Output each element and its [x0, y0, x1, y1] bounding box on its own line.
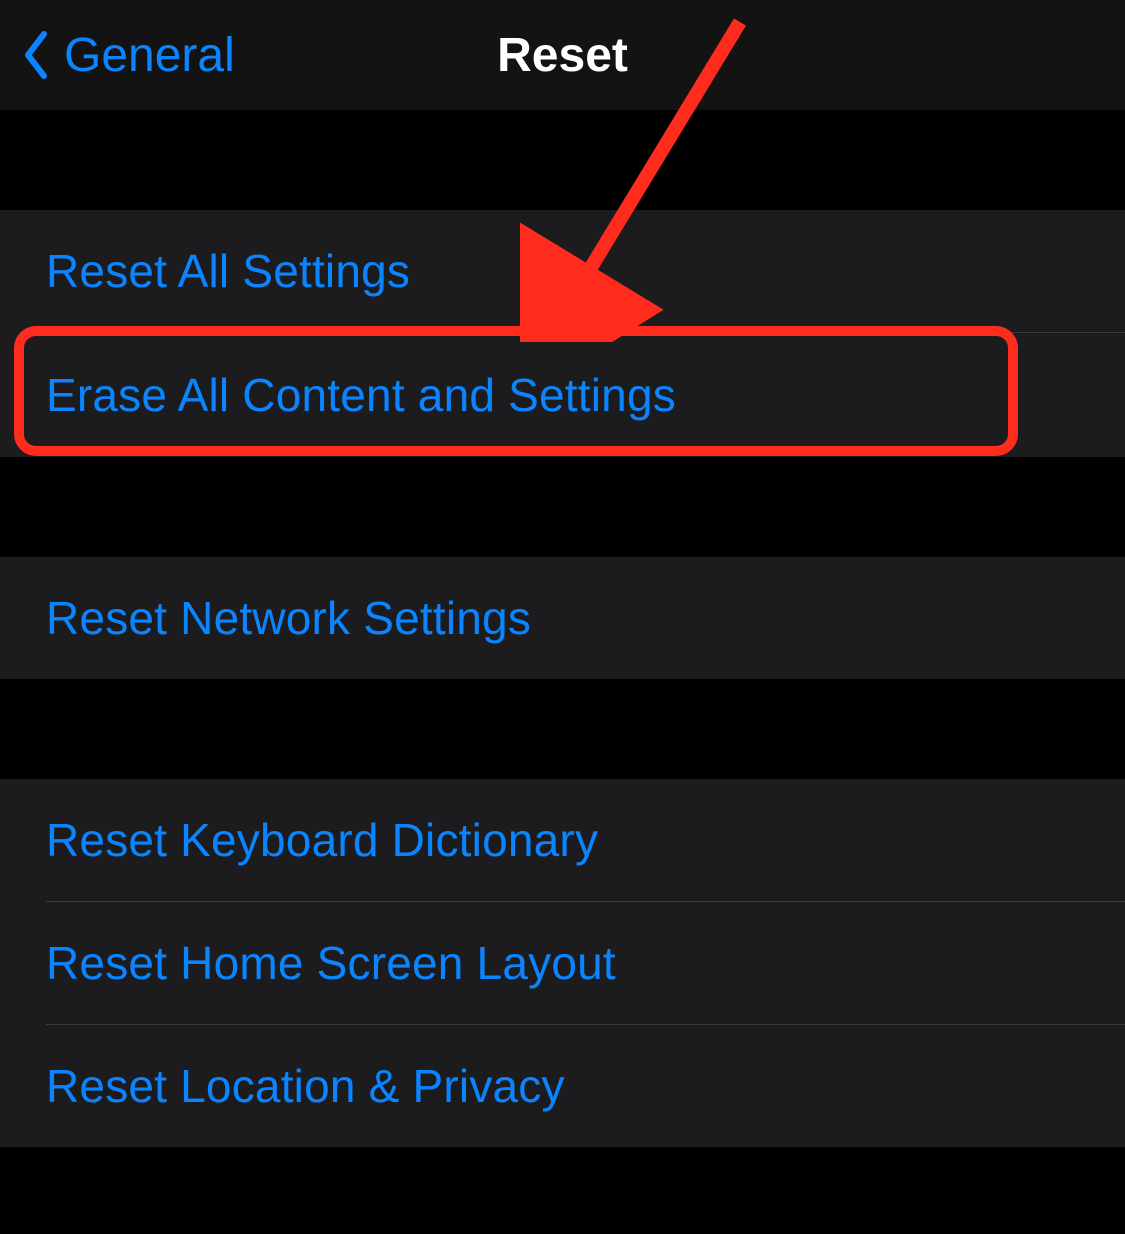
row-label: Reset All Settings [46, 244, 410, 298]
section-spacer [0, 679, 1125, 779]
page-title: Reset [497, 28, 628, 83]
row-label: Reset Location & Privacy [46, 1059, 565, 1113]
back-label: General [64, 28, 235, 83]
section-spacer [0, 457, 1125, 557]
list-group-2: Reset Network Settings [0, 557, 1125, 679]
list-group-1: Reset All Settings Erase All Content and… [0, 210, 1125, 457]
list-group-3: Reset Keyboard Dictionary Reset Home Scr… [0, 779, 1125, 1147]
chevron-left-icon [22, 30, 50, 80]
reset-location-privacy-row[interactable]: Reset Location & Privacy [0, 1025, 1125, 1147]
back-button[interactable]: General [0, 28, 235, 83]
reset-keyboard-dictionary-row[interactable]: Reset Keyboard Dictionary [0, 779, 1125, 901]
reset-home-screen-layout-row[interactable]: Reset Home Screen Layout [0, 902, 1125, 1024]
navigation-bar: General Reset [0, 0, 1125, 110]
row-label: Reset Home Screen Layout [46, 936, 616, 990]
reset-network-settings-row[interactable]: Reset Network Settings [0, 557, 1125, 679]
row-label: Reset Keyboard Dictionary [46, 813, 598, 867]
row-label: Reset Network Settings [46, 591, 531, 645]
bottom-strip [0, 1228, 1125, 1234]
row-label: Erase All Content and Settings [46, 368, 676, 422]
erase-all-content-row[interactable]: Erase All Content and Settings [0, 333, 1125, 457]
section-spacer [0, 110, 1125, 210]
reset-all-settings-row[interactable]: Reset All Settings [0, 210, 1125, 332]
